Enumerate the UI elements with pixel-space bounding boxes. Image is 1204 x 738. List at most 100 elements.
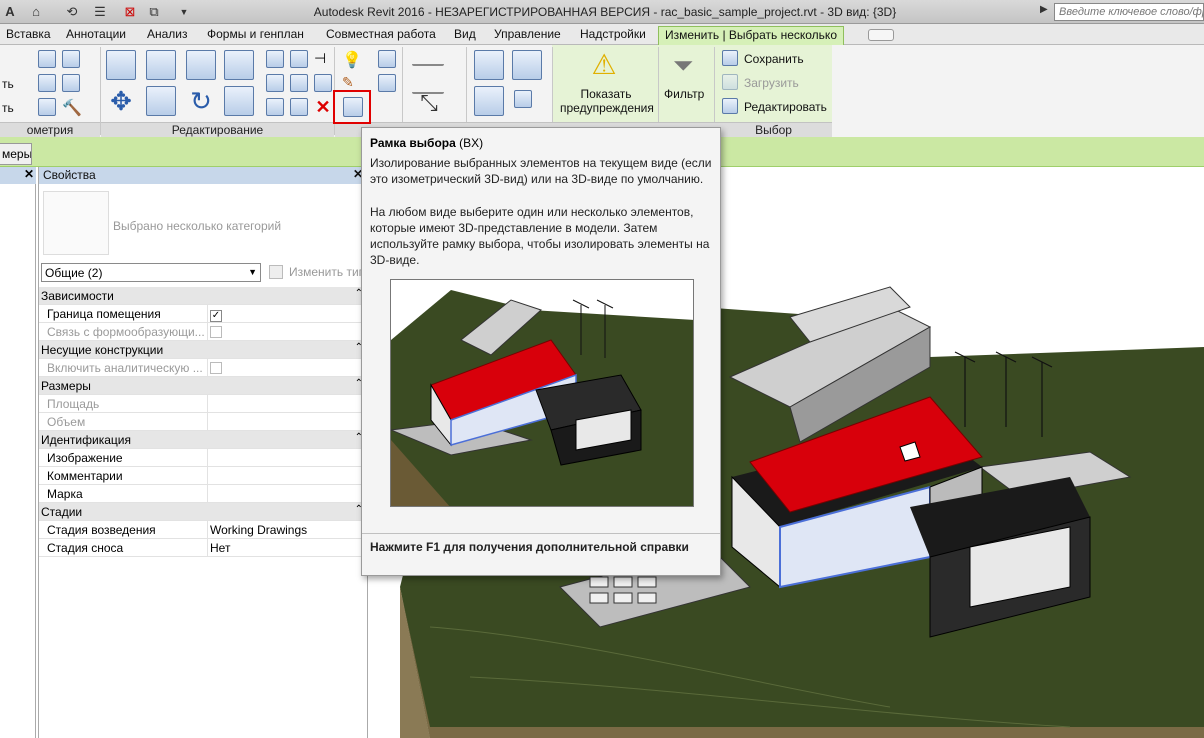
wall-join-icon[interactable] — [38, 74, 56, 92]
switch-windows-icon[interactable]: ⧉ — [146, 4, 162, 20]
tooltip-title-text: Рамка выбора — [370, 136, 456, 150]
property-group[interactable]: Несущие конструкции ⌃ — [39, 341, 369, 359]
edit-selection-icon[interactable] — [722, 98, 738, 114]
pin-icon[interactable]: ⊣ — [314, 50, 332, 68]
property-row: Включить аналитическую ... — [39, 359, 369, 377]
tooltip-instructions: На любом виде выберите один или нескольк… — [370, 205, 710, 267]
property-value[interactable] — [207, 485, 367, 502]
sync-icon[interactable]: ⟲ — [64, 4, 80, 20]
property-value[interactable]: Нет — [207, 539, 367, 556]
cope-icon[interactable] — [62, 74, 80, 92]
tab-insert[interactable]: Вставка — [6, 26, 51, 45]
ribbon-tabs: Вставка Аннотации Анализ Формы и генплан… — [0, 24, 1204, 45]
selection-box-highlight — [333, 90, 371, 124]
create-assembly-icon[interactable] — [474, 50, 504, 80]
tab-modify-multi-select[interactable]: Изменить | Выбрать несколько — [658, 26, 844, 45]
trim-extend-icon[interactable] — [224, 86, 254, 116]
property-row: Объем — [39, 413, 369, 431]
unpin-icon[interactable] — [314, 74, 332, 92]
property-row: Площадь — [39, 395, 369, 413]
property-name: Изображение — [47, 451, 123, 465]
property-group[interactable]: Стадии ⌃ — [39, 503, 369, 521]
property-checkbox — [210, 326, 222, 338]
load-selection-label[interactable]: Загрузить — [744, 76, 799, 90]
tooltip-title: Рамка выбора (BX) — [370, 136, 483, 150]
property-row: Связь с формообразующи... — [39, 323, 369, 341]
tab-collaborate[interactable]: Совместная работа — [326, 26, 436, 45]
edit-selection-label[interactable]: Редактировать — [744, 100, 827, 114]
list-icon[interactable]: ☰ — [92, 4, 108, 20]
mirror-pick-axis-icon[interactable] — [186, 50, 216, 80]
property-row: Марка — [39, 485, 369, 503]
tab-addins[interactable]: Надстройки — [580, 26, 646, 45]
lightbulb-icon[interactable]: 💡 — [342, 50, 362, 69]
filter-icon[interactable]: ⏷ — [668, 50, 698, 80]
warning-icon[interactable]: ⚠ — [589, 50, 619, 80]
load-selection-icon[interactable] — [722, 74, 738, 90]
split-gap-icon[interactable] — [290, 50, 308, 68]
property-group[interactable]: Зависимости ⌃ — [39, 287, 369, 305]
rotate-icon[interactable]: ↻ — [186, 86, 216, 116]
close-inactive-icon[interactable]: ⊠ — [122, 4, 138, 20]
mirror-draw-axis-icon[interactable] — [224, 50, 254, 80]
property-group[interactable]: Размеры ⌃ — [39, 377, 369, 395]
property-value[interactable]: ✓ — [207, 305, 367, 322]
property-value[interactable] — [207, 467, 367, 484]
tab-massing-site[interactable]: Формы и генплан — [207, 26, 304, 45]
property-checkbox[interactable]: ✓ — [210, 310, 222, 322]
property-value — [207, 395, 367, 412]
property-value[interactable] — [207, 449, 367, 466]
save-selection-label[interactable]: Сохранить — [744, 52, 804, 66]
trim-multiple-icon[interactable] — [266, 98, 284, 116]
tab-annotate[interactable]: Аннотации — [66, 26, 126, 45]
create-parts-icon[interactable] — [512, 50, 542, 80]
ribbon-minimize-button[interactable] — [868, 29, 894, 41]
type-selector-value: Общие (2) — [45, 266, 103, 280]
edit-type-label: Изменить тип — [289, 265, 366, 279]
app-menu-icon[interactable]: A — [2, 4, 18, 20]
create-similar-icon[interactable] — [514, 90, 532, 108]
search-input[interactable]: Введите ключевое слово/фразу — [1054, 3, 1204, 21]
align-icon[interactable] — [106, 50, 136, 80]
view-tab[interactable]: меры — [0, 143, 32, 165]
property-row: Комментарии — [39, 467, 369, 485]
measure-between-icon[interactable]: ⤡ — [414, 88, 444, 118]
search-expand-icon[interactable]: ▶ — [1040, 4, 1052, 20]
property-group-label: Несущие конструкции — [41, 343, 164, 357]
edit-type-icon — [269, 265, 283, 279]
close-icon[interactable]: ✕ — [0, 167, 36, 184]
property-value[interactable]: Working Drawings — [207, 521, 367, 538]
split-element-icon[interactable] — [266, 50, 284, 68]
save-selection-icon[interactable] — [722, 50, 738, 66]
properties-palette: Свойства ✕ Выбрано несколько категорий О… — [38, 167, 369, 738]
property-value — [207, 359, 367, 376]
property-name: Стадия сноса — [47, 541, 124, 555]
array-icon[interactable] — [266, 74, 284, 92]
paint-icon[interactable] — [38, 50, 56, 68]
property-group[interactable]: Идентификация ⌃ — [39, 431, 369, 449]
split-face-icon[interactable] — [62, 50, 80, 68]
type-selector[interactable]: Общие (2) ▼ — [41, 263, 261, 282]
linework-icon[interactable] — [378, 74, 396, 92]
edit-type-button[interactable]: Изменить тип — [267, 263, 367, 282]
tab-view[interactable]: Вид — [454, 26, 476, 45]
demolish-icon[interactable] — [38, 98, 56, 116]
move-icon[interactable]: ✥ — [106, 86, 136, 116]
panel-edit-label: Редактирование — [101, 122, 334, 137]
measure-icon[interactable] — [412, 52, 444, 66]
trim-single-icon[interactable] — [290, 98, 308, 116]
home-icon[interactable]: ⌂ — [28, 4, 44, 20]
delete-icon[interactable]: ✕ — [314, 98, 332, 116]
hammer-icon[interactable]: 🔨 — [62, 98, 82, 117]
show-warnings-label[interactable]: Показать предупреждения — [560, 87, 654, 115]
filter-label[interactable]: Фильтр — [664, 87, 704, 101]
create-group-icon[interactable] — [474, 86, 504, 116]
tooltip-preview-image — [390, 279, 694, 507]
offset-icon[interactable] — [146, 50, 176, 80]
scale-icon[interactable] — [290, 74, 308, 92]
tab-analyze[interactable]: Анализ — [147, 26, 188, 45]
hide-override-icon[interactable] — [378, 50, 396, 68]
tab-manage[interactable]: Управление — [494, 26, 561, 45]
copy-icon[interactable] — [146, 86, 176, 116]
qa-dropdown-icon[interactable]: ▼ — [176, 4, 192, 20]
